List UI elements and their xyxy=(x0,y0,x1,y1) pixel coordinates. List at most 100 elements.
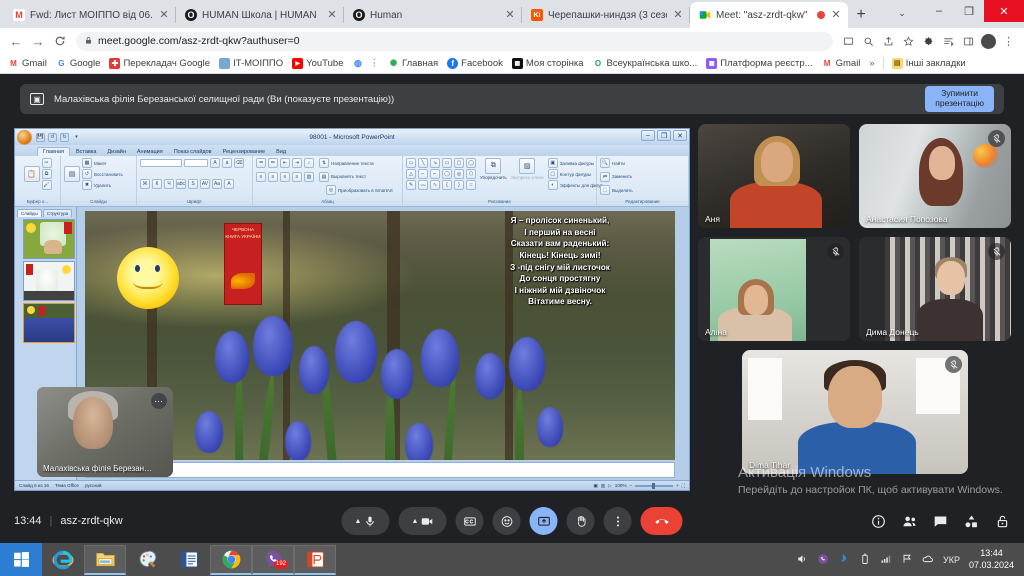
language-indicator[interactable]: русский xyxy=(85,483,101,488)
powerpoint-icon[interactable] xyxy=(294,544,336,575)
slide-thumbnail[interactable]: 4 xyxy=(23,219,75,259)
grow-font-icon[interactable]: A xyxy=(210,158,220,168)
copy-icon[interactable]: ⧉ xyxy=(41,169,52,179)
language-indicator[interactable]: УКР xyxy=(943,555,960,565)
other-bookmarks-button[interactable]: ▤ Інші закладки xyxy=(889,58,969,69)
microphone-button[interactable]: ▲ xyxy=(341,507,390,535)
ribbon-tab-home[interactable]: Главная xyxy=(37,147,70,156)
volume-icon[interactable] xyxy=(796,553,808,567)
font-color-icon[interactable]: A xyxy=(224,178,234,189)
stop-presenting-button[interactable]: Зупинити презентацію xyxy=(925,86,994,112)
file-explorer-icon[interactable] xyxy=(84,544,126,575)
shrink-font-icon[interactable]: a xyxy=(222,158,232,168)
ribbon-tab-insert[interactable]: Вставка xyxy=(71,148,101,156)
present-now-button[interactable] xyxy=(529,507,558,535)
replace-icon[interactable]: ⇄ xyxy=(600,171,610,182)
captions-button[interactable] xyxy=(455,507,484,535)
ribbon-tab-design[interactable]: Дизайн xyxy=(102,148,131,156)
taskbar-clock[interactable]: 13:44 07.03.2024 xyxy=(969,548,1018,571)
ribbon-tab-animation[interactable]: Анимация xyxy=(132,148,168,156)
bullets-icon[interactable]: ≔ xyxy=(256,158,266,168)
address-bar[interactable]: meet.google.com/asz-zrdt-qkw?authuser=0 xyxy=(76,31,833,51)
shape-elbow2-icon[interactable]: ⌐ xyxy=(430,169,440,179)
back-button[interactable]: ← xyxy=(6,31,26,51)
raise-hand-button[interactable] xyxy=(566,507,595,535)
view-sorter-icon[interactable]: ▥ xyxy=(601,483,605,489)
chevron-up-icon[interactable]: ▲ xyxy=(412,518,419,525)
shape-oval-icon[interactable]: ◯ xyxy=(466,158,476,168)
star-icon[interactable] xyxy=(899,32,918,51)
more-options-button[interactable] xyxy=(603,507,632,535)
battery-icon[interactable] xyxy=(859,553,871,567)
columns-icon[interactable]: ▥ xyxy=(304,171,314,182)
layout-icon[interactable]: ▦ xyxy=(82,158,92,168)
shape-outline-icon[interactable]: ▢ xyxy=(547,169,558,179)
shape-rounded-rect-icon[interactable]: ▢ xyxy=(454,158,464,168)
underline-icon[interactable]: Ч xyxy=(164,178,174,189)
browser-tab-0[interactable]: M Fwd: Лист МОІППО від 06.03 ✕ xyxy=(4,2,176,28)
ppt-restore-button[interactable]: ❐ xyxy=(657,130,671,141)
browser-tab-1[interactable]: O HUMAN Школа | HUMAN ✕ xyxy=(176,2,344,28)
delete-slide-icon[interactable]: ✖ xyxy=(82,180,92,190)
arrange-icon[interactable]: ⧉ xyxy=(485,158,502,174)
sidepanel-icon[interactable] xyxy=(959,32,978,51)
chat-button[interactable] xyxy=(933,514,948,529)
align-center-icon[interactable]: ≡ xyxy=(268,171,278,182)
shape-triangle-icon[interactable]: △ xyxy=(406,169,416,179)
ribbon-tab-review[interactable]: Рецензирование xyxy=(218,148,270,156)
slide-thumbnail[interactable]: 5 xyxy=(23,261,75,301)
viber-tray-icon[interactable] xyxy=(817,553,829,567)
activities-button[interactable] xyxy=(964,514,979,529)
viber-icon[interactable]: 192 xyxy=(252,544,294,575)
slide-thumbnail-selected[interactable]: 6 xyxy=(23,303,75,343)
shape-brace2-icon[interactable]: } xyxy=(454,180,464,190)
shadow-icon[interactable]: S xyxy=(188,178,198,189)
shape-star-icon[interactable]: ☆ xyxy=(466,180,476,190)
shape-textbox-icon[interactable]: ▭ xyxy=(406,158,416,168)
bookmarks-overflow-button[interactable]: » xyxy=(866,58,877,69)
host-controls-button[interactable] xyxy=(995,514,1010,529)
paste-icon[interactable]: 📋 xyxy=(23,166,40,182)
shape-fill-icon[interactable]: ▣ xyxy=(547,158,558,168)
people-button[interactable] xyxy=(902,514,917,529)
font-family-select[interactable] xyxy=(140,159,182,167)
cast-icon[interactable] xyxy=(839,32,858,51)
camera-button[interactable]: ▲ xyxy=(398,507,447,535)
bookmark-item-7[interactable]: f Facebook xyxy=(444,58,506,69)
align-left-icon[interactable]: ≡ xyxy=(256,171,266,182)
smartart-icon[interactable]: ◎ xyxy=(326,185,336,196)
meeting-details-button[interactable] xyxy=(871,514,886,529)
clear-format-icon[interactable]: ⌫ xyxy=(234,158,244,168)
strikethrough-icon[interactable]: abc xyxy=(176,178,186,189)
bookmark-item-11[interactable]: M Gmail xyxy=(819,58,864,69)
view-normal-icon[interactable]: ▣ xyxy=(594,483,598,489)
slide-notes-pane[interactable] xyxy=(85,462,675,478)
view-slideshow-icon[interactable]: ▷ xyxy=(608,483,612,489)
decrease-indent-icon[interactable]: ⇤ xyxy=(280,158,290,168)
emoji-button[interactable] xyxy=(492,507,521,535)
paint-icon[interactable] xyxy=(126,545,168,575)
profile-avatar-icon[interactable] xyxy=(979,32,998,51)
current-slide[interactable]: ЧЕРВОНА КНИГА УКРАЇНИ Я – пролісок синен… xyxy=(85,211,675,460)
align-right-icon[interactable]: ≡ xyxy=(280,171,290,182)
minimize-button[interactable]: ‒ xyxy=(924,0,954,22)
close-button[interactable]: ✕ xyxy=(984,0,1024,22)
participant-tile-1[interactable]: Анастасия Попозова xyxy=(859,124,1011,228)
end-call-button[interactable] xyxy=(640,507,683,535)
bookmark-item-9[interactable]: O Всеукраїнська шко... xyxy=(590,58,701,69)
new-slide-icon[interactable]: ▤ xyxy=(64,166,80,182)
onedrive-icon[interactable] xyxy=(922,553,934,567)
bookmark-item-6[interactable]: ✺ Главная xyxy=(385,58,441,69)
fit-to-window-button[interactable]: ⛶ xyxy=(682,483,685,488)
select-icon[interactable]: ⬚ xyxy=(600,185,610,196)
share-icon[interactable] xyxy=(879,32,898,51)
pane-tab-outline[interactable]: Структура xyxy=(42,209,73,217)
bookmark-item-4[interactable]: ▶ YouTube xyxy=(289,58,346,69)
shape-curve-icon[interactable]: 〰 xyxy=(418,180,428,190)
bookmark-item-0[interactable]: M Gmail xyxy=(5,58,50,69)
reset-icon[interactable]: ↺ xyxy=(82,169,92,179)
ribbon-tab-view[interactable]: Вид xyxy=(271,148,291,156)
increase-indent-icon[interactable]: ⇥ xyxy=(292,158,302,168)
find-icon[interactable]: 🔍 xyxy=(600,158,610,168)
font-size-select[interactable] xyxy=(184,159,208,167)
